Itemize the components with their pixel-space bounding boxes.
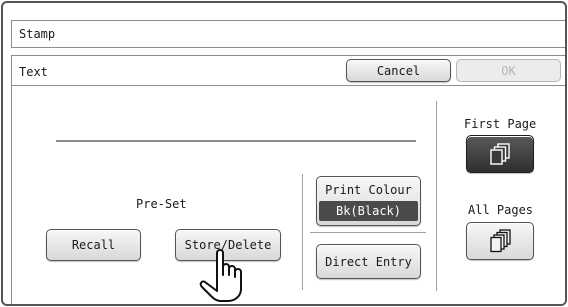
all-pages-button[interactable]: [466, 222, 534, 260]
pages-stack-icon: [490, 143, 510, 165]
direct-entry-button[interactable]: Direct Entry: [316, 244, 421, 279]
first-page-label: First Page: [464, 117, 537, 131]
cancel-button[interactable]: Cancel: [346, 59, 451, 82]
window-title: Stamp: [19, 27, 56, 41]
print-colour-label: Print Colour: [325, 183, 412, 197]
print-colour-button[interactable]: Print Colour Bk(Black): [316, 176, 421, 226]
panel-header: Text Cancel OK: [12, 56, 565, 86]
recall-button[interactable]: Recall: [46, 229, 141, 261]
pages-stack-icon: [490, 229, 511, 253]
stamp-text-line: [56, 140, 416, 142]
divider: [302, 174, 303, 290]
text-panel: Text Cancel OK Pre-Set Recall Store/Dele…: [11, 55, 565, 304]
all-pages-label: All Pages: [468, 203, 534, 217]
pointing-hand-icon: [199, 249, 242, 302]
divider: [436, 101, 437, 291]
title-bar: Stamp: [11, 20, 565, 48]
divider: [310, 232, 426, 233]
print-colour-value: Bk(Black): [319, 201, 418, 221]
panel-label: Text: [19, 65, 48, 79]
first-page-button[interactable]: [466, 135, 534, 173]
preset-label: Pre-Set: [136, 197, 187, 211]
ok-button[interactable]: OK: [456, 59, 561, 82]
stamp-dialog: Stamp Text Cancel OK Pre-Set Recall Stor…: [1, 1, 567, 306]
